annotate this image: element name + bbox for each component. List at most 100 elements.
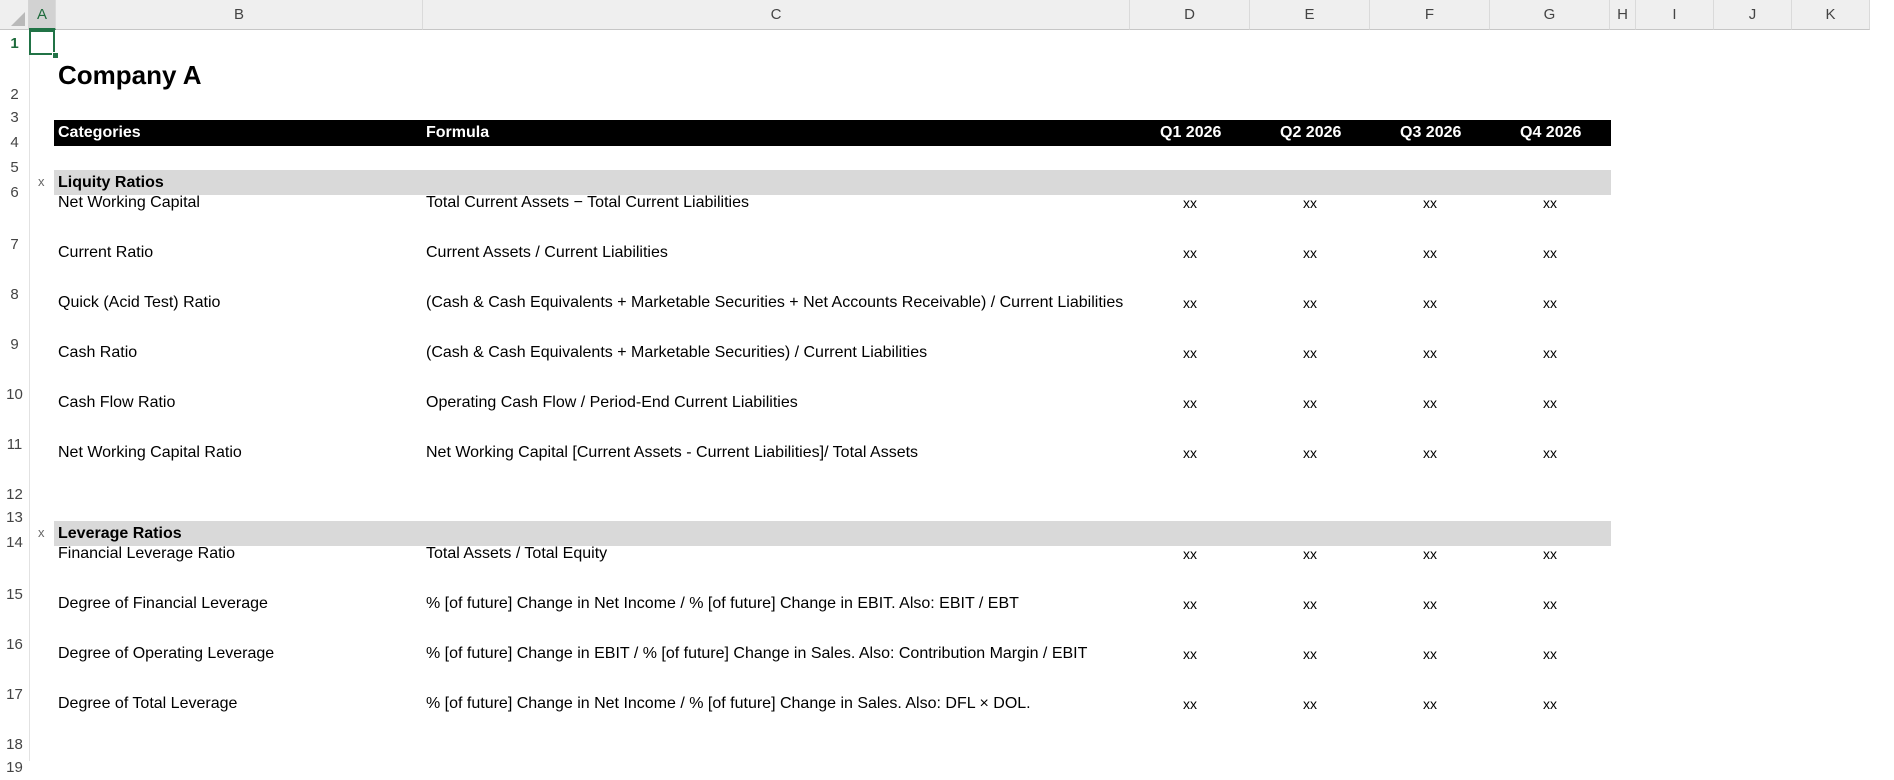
value-cell-q4[interactable]: xx	[1500, 543, 1600, 565]
value-cell-q2[interactable]: xx	[1260, 392, 1360, 414]
formula-cell[interactable]: Total Current Assets − Total Current Lia…	[426, 192, 749, 214]
category-cell[interactable]: Quick (Acid Test) Ratio	[58, 292, 220, 314]
value-cell-q2[interactable]: xx	[1260, 342, 1360, 364]
page-title[interactable]: Company A	[58, 60, 202, 91]
formula-cell[interactable]: % [of future] Change in EBIT / % [of fut…	[426, 643, 1087, 665]
value-cell-q4[interactable]: xx	[1500, 342, 1600, 364]
row-header-6[interactable]: 6	[0, 180, 29, 205]
value-cell-q1[interactable]: xx	[1140, 292, 1240, 314]
value-cell-q1[interactable]: xx	[1140, 342, 1240, 364]
category-cell[interactable]: Degree of Financial Leverage	[58, 593, 268, 615]
value-cell-q4[interactable]: xx	[1500, 392, 1600, 414]
row-header-16[interactable]: 16	[0, 605, 29, 655]
row-header-1[interactable]: 1	[0, 31, 29, 56]
row-header-10[interactable]: 10	[0, 355, 29, 405]
category-cell[interactable]: Cash Flow Ratio	[58, 392, 175, 414]
value-cell-q3[interactable]: xx	[1380, 693, 1480, 715]
select-all-triangle-icon	[11, 12, 25, 26]
value-cell-q4[interactable]: xx	[1500, 242, 1600, 264]
value-cell-q4[interactable]: xx	[1500, 693, 1600, 715]
fill-handle[interactable]	[52, 52, 59, 59]
value-cell-q3[interactable]: xx	[1380, 543, 1480, 565]
row-header-12[interactable]: 12	[0, 455, 29, 505]
column-header-h[interactable]: H	[1610, 0, 1636, 30]
column-header-f[interactable]: F	[1370, 0, 1490, 30]
row-header-11[interactable]: 11	[0, 405, 29, 455]
category-cell[interactable]: Cash Ratio	[58, 342, 137, 364]
header-q2[interactable]: Q2 2026	[1280, 120, 1341, 146]
row-header-2[interactable]: 2	[0, 55, 29, 105]
row-header-8[interactable]: 8	[0, 255, 29, 305]
formula-cell[interactable]: % [of future] Change in Net Income / % […	[426, 593, 1019, 615]
column-header-b[interactable]: B	[56, 0, 423, 30]
row-header-3[interactable]: 3	[0, 105, 29, 130]
row-header-13[interactable]: 13	[0, 505, 29, 530]
column-header-e[interactable]: E	[1250, 0, 1370, 30]
column-header-d[interactable]: D	[1130, 0, 1250, 30]
header-categories[interactable]: Categories	[58, 120, 141, 146]
value-cell-q3[interactable]: xx	[1380, 342, 1480, 364]
formula-cell[interactable]: % [of future] Change in Net Income / % […	[426, 693, 1031, 715]
column-header-j[interactable]: J	[1714, 0, 1792, 30]
value-cell-q2[interactable]: xx	[1260, 543, 1360, 565]
value-cell-q1[interactable]: xx	[1140, 593, 1240, 615]
row-header-15[interactable]: 15	[0, 555, 29, 605]
value-cell-q2[interactable]: xx	[1260, 593, 1360, 615]
header-q1[interactable]: Q1 2026	[1160, 120, 1221, 146]
value-cell-q2[interactable]: xx	[1260, 442, 1360, 464]
value-cell-q1[interactable]: xx	[1140, 543, 1240, 565]
header-formula[interactable]: Formula	[426, 120, 489, 146]
value-cell-q1[interactable]: xx	[1140, 392, 1240, 414]
column-header-c[interactable]: C	[423, 0, 1130, 30]
formula-cell[interactable]: Operating Cash Flow / Period-End Current…	[426, 392, 798, 414]
value-cell-q2[interactable]: xx	[1260, 292, 1360, 314]
value-cell-q3[interactable]: xx	[1380, 643, 1480, 665]
column-header-a[interactable]: A	[29, 0, 56, 30]
formula-cell[interactable]: (Cash & Cash Equivalents + Marketable Se…	[426, 292, 1123, 314]
value-cell-q4[interactable]: xx	[1500, 192, 1600, 214]
formula-cell[interactable]: Net Working Capital [Current Assets - Cu…	[426, 442, 918, 464]
value-cell-q2[interactable]: xx	[1260, 693, 1360, 715]
value-cell-q1[interactable]: xx	[1140, 192, 1240, 214]
column-header-k[interactable]: K	[1792, 0, 1870, 30]
category-cell[interactable]: Degree of Operating Leverage	[58, 643, 274, 665]
value-cell-q1[interactable]: xx	[1140, 693, 1240, 715]
column-header-g[interactable]: G	[1490, 0, 1610, 30]
value-cell-q2[interactable]: xx	[1260, 643, 1360, 665]
category-cell[interactable]: Net Working Capital	[58, 192, 200, 214]
value-cell-q2[interactable]: xx	[1260, 192, 1360, 214]
category-cell[interactable]: Current Ratio	[58, 242, 153, 264]
value-cell-q3[interactable]: xx	[1380, 442, 1480, 464]
value-cell-q3[interactable]: xx	[1380, 392, 1480, 414]
row-header-18[interactable]: 18	[0, 705, 29, 755]
value-cell-q1[interactable]: xx	[1140, 242, 1240, 264]
value-cell-q1[interactable]: xx	[1140, 442, 1240, 464]
formula-cell[interactable]: (Cash & Cash Equivalents + Marketable Se…	[426, 342, 927, 364]
formula-cell[interactable]: Total Assets / Total Equity	[426, 543, 607, 565]
value-cell-q4[interactable]: xx	[1500, 643, 1600, 665]
category-cell[interactable]: Financial Leverage Ratio	[58, 543, 235, 565]
header-q3[interactable]: Q3 2026	[1400, 120, 1461, 146]
row-header-14[interactable]: 14	[0, 530, 29, 555]
row-header-9[interactable]: 9	[0, 305, 29, 355]
row-header-7[interactable]: 7	[0, 205, 29, 255]
value-cell-q4[interactable]: xx	[1500, 593, 1600, 615]
value-cell-q4[interactable]: xx	[1500, 442, 1600, 464]
select-all-corner[interactable]	[0, 0, 29, 30]
formula-cell[interactable]: Current Assets / Current Liabilities	[426, 242, 668, 264]
value-cell-q3[interactable]: xx	[1380, 192, 1480, 214]
value-cell-q3[interactable]: xx	[1380, 593, 1480, 615]
value-cell-q3[interactable]: xx	[1380, 292, 1480, 314]
value-cell-q3[interactable]: xx	[1380, 242, 1480, 264]
row-header-19[interactable]: 19	[0, 755, 29, 780]
row-header-4[interactable]: 4	[0, 130, 29, 155]
category-cell[interactable]: Net Working Capital Ratio	[58, 442, 242, 464]
category-cell[interactable]: Degree of Total Leverage	[58, 693, 237, 715]
row-header-17[interactable]: 17	[0, 655, 29, 705]
value-cell-q1[interactable]: xx	[1140, 643, 1240, 665]
header-q4[interactable]: Q4 2026	[1520, 120, 1581, 146]
value-cell-q2[interactable]: xx	[1260, 242, 1360, 264]
column-header-i[interactable]: I	[1636, 0, 1714, 30]
value-cell-q4[interactable]: xx	[1500, 292, 1600, 314]
row-header-5[interactable]: 5	[0, 155, 29, 180]
